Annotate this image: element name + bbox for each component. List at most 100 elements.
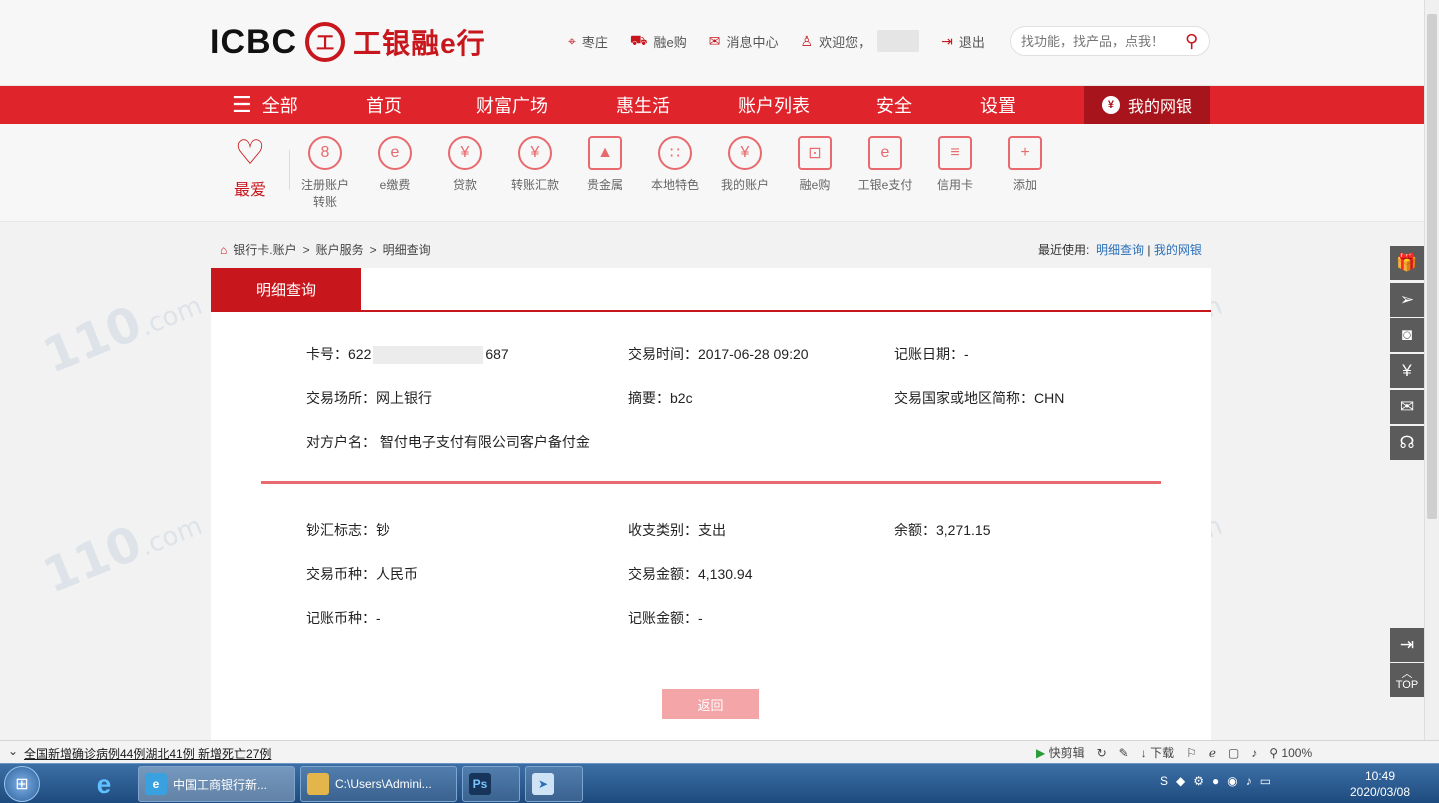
- ie-icon[interactable]: e: [84, 767, 124, 801]
- search-input[interactable]: [1021, 33, 1181, 49]
- icbc-logo[interactable]: ICBC 工 工银融e行: [210, 20, 486, 64]
- shop-link[interactable]: ⛟ 融e购: [630, 32, 687, 51]
- windows-logo-icon: ⊞: [15, 776, 29, 793]
- news-ticker[interactable]: 全国新增确诊病例44例湖北41例 新增死亡27例: [24, 745, 271, 762]
- monitor-icon[interactable]: ▭: [1260, 774, 1271, 788]
- clock-time: 10:49: [1364, 769, 1396, 783]
- browser-status-bar: ⌄ 全国新增确诊病例44例湖北41例 新增死亡27例 ▶ 快剪辑 ↻ ✎ ↓ 下…: [0, 740, 1439, 763]
- crumb-account-service[interactable]: 账户服务: [316, 241, 364, 258]
- ie-icon: e: [145, 773, 167, 795]
- quick-item-local[interactable]: ∷ 本地特色: [640, 136, 710, 193]
- money-bag-icon: ¥: [1101, 96, 1120, 114]
- detail-panel: 明细查询 卡号：622 687 交易时间：2017-06-28 09:20 记账日…: [211, 268, 1211, 740]
- nav-settings[interactable]: 设置: [980, 92, 1060, 118]
- back-to-top-button[interactable]: ︿ TOP: [1390, 663, 1424, 697]
- refresh-icon[interactable]: ↻: [1097, 746, 1107, 760]
- header-links: ⌖ 枣庄 ⛟ 融e购 ✉ 消息中心 ♙ 欢迎您， ⇥ 退出: [568, 30, 985, 52]
- location-link[interactable]: ⌖ 枣庄: [568, 32, 608, 51]
- sound-icon[interactable]: ♪: [1251, 746, 1257, 760]
- user-welcome[interactable]: ♙ 欢迎您，: [801, 30, 920, 52]
- quick-item-shop[interactable]: ⊡ 融e购: [780, 136, 850, 193]
- mail-icon: ✉: [708, 32, 721, 49]
- status-tools: ▶ 快剪辑 ↻ ✎ ↓ 下载 ⚐ ℯ ▢ ♪ ⚲ 100%: [1036, 744, 1312, 761]
- nav-security[interactable]: 安全: [876, 92, 980, 118]
- site-header: ICBC 工 工银融e行 ⌖ 枣庄 ⛟ 融e购 ✉ 消息中心 ♙ 欢迎您， ⇥ 退出 ⚲: [0, 0, 1424, 86]
- nav-accounts[interactable]: 账户列表: [738, 92, 876, 118]
- taskbar-photoshop[interactable]: Ps: [462, 766, 520, 802]
- clock-date: 2020/03/08: [1349, 785, 1411, 799]
- nav-all-label: 全部: [261, 96, 298, 116]
- volume-icon[interactable]: ♪: [1246, 774, 1252, 788]
- quick-menu: ♡ 最爱 8 注册账户转账 e e缴费 ¥ 贷款 ¥ 转账汇款 ▲ 贵金属 ∷ 本地特色 ¥…: [0, 124, 1424, 222]
- search-icon[interactable]: ⚲: [1185, 31, 1198, 52]
- main-nav: ☰ 全部 首页 财富广场 惠生活 账户列表 安全 设置 ¥ 我的网银: [0, 86, 1424, 124]
- tab-detail-query[interactable]: 明细查询: [211, 268, 361, 310]
- taskbar-app[interactable]: ➤: [525, 766, 583, 802]
- home-icon[interactable]: ⌂: [220, 243, 227, 257]
- quick-item-epay[interactable]: e e缴费: [360, 136, 430, 193]
- search-box: ⚲: [1010, 26, 1210, 56]
- antivirus-icon[interactable]: ◉: [1227, 774, 1237, 788]
- taskbar-window-explorer[interactable]: C:\Users\Admini...: [300, 766, 457, 802]
- crumb-card-account[interactable]: 银行卡.账户: [233, 241, 296, 258]
- my-bank-button[interactable]: ¥ 我的网银: [1084, 86, 1210, 124]
- scroll-thumb[interactable]: [1427, 14, 1437, 519]
- nav-wealth[interactable]: 财富广场: [476, 92, 616, 118]
- top-label: TOP: [1395, 679, 1419, 691]
- window-icon[interactable]: ▢: [1228, 746, 1239, 760]
- collapse-icon[interactable]: ⇥: [1390, 628, 1424, 662]
- play-icon: ▶: [1036, 746, 1046, 760]
- taskbar-clock[interactable]: 10:49 2020/03/08: [1340, 768, 1420, 800]
- mail-icon[interactable]: ✉: [1390, 390, 1424, 424]
- back-button[interactable]: 返回: [662, 689, 759, 719]
- recent-link-mybank[interactable]: 我的网银: [1154, 243, 1202, 257]
- folder-icon: [307, 773, 329, 795]
- logout-label: 退出: [958, 34, 985, 50]
- chevron-down-icon[interactable]: ⌄: [8, 744, 18, 758]
- zoom-control[interactable]: ⚲ 100%: [1269, 746, 1312, 760]
- quick-fav[interactable]: ♡ 最爱: [215, 134, 285, 200]
- network-icon[interactable]: ⚙: [1193, 774, 1204, 788]
- flag-icon[interactable]: ⚐: [1186, 746, 1197, 760]
- headset-icon[interactable]: ☊: [1390, 426, 1424, 460]
- camera-icon[interactable]: ◙: [1390, 318, 1424, 352]
- shield-icon[interactable]: ◆: [1176, 774, 1185, 788]
- recent-link-detail[interactable]: 明细查询: [1096, 243, 1144, 257]
- start-button[interactable]: ⊞: [4, 766, 40, 802]
- pin-icon[interactable]: ✎: [1119, 746, 1129, 760]
- vertical-scrollbar[interactable]: [1424, 0, 1439, 740]
- post-amount: 记账金额：-: [628, 610, 703, 626]
- nav-home[interactable]: 首页: [366, 92, 476, 118]
- quick-item-my-account[interactable]: ¥ 我的账户: [710, 136, 780, 193]
- input-method-icon[interactable]: S: [1160, 774, 1168, 788]
- quick-item-register-transfer[interactable]: 8 注册账户转账: [290, 136, 360, 210]
- trade-time: 交易时间：2017-06-28 09:20: [628, 346, 809, 362]
- calendar-yuan-icon[interactable]: ¥: [1390, 354, 1424, 388]
- quick-item-add[interactable]: + 添加: [990, 136, 1060, 193]
- direction: 收支类别：支出: [628, 522, 726, 538]
- gift-icon[interactable]: 🎁: [1390, 246, 1424, 280]
- location-pin-icon: ⌖: [568, 32, 576, 49]
- crumb-sep: >: [369, 242, 377, 257]
- taskbar-window-label: 中国工商银行新...: [173, 777, 268, 792]
- section-divider: [261, 481, 1161, 484]
- ie-icon[interactable]: ℯ: [1209, 746, 1216, 760]
- quick-item-loan[interactable]: ¥ 贷款: [430, 136, 500, 193]
- nav-items: ☰ 全部 首页 财富广场 惠生活 账户列表 安全 设置: [232, 86, 1060, 124]
- taskbar-window-label: C:\Users\Admini...: [335, 777, 432, 791]
- bird-icon: ➤: [532, 773, 554, 795]
- clip-button[interactable]: ▶ 快剪辑: [1036, 744, 1085, 761]
- nav-all[interactable]: ☰ 全部: [232, 92, 352, 118]
- taskbar-window-icbc[interactable]: e 中国工商银行新...: [138, 766, 295, 802]
- quick-item-epay-icbc[interactable]: e 工银e支付: [850, 136, 920, 193]
- logout-link[interactable]: ⇥ 退出: [941, 32, 985, 51]
- quick-item-transfer[interactable]: ¥ 转账汇款: [500, 136, 570, 193]
- download-button[interactable]: ↓ 下载: [1141, 744, 1174, 761]
- quick-item-credit-card[interactable]: ≡ 信用卡: [920, 136, 990, 193]
- security-icon[interactable]: ●: [1212, 774, 1219, 788]
- paper-plane-icon[interactable]: ➢: [1390, 283, 1424, 317]
- quick-item-metal[interactable]: ▲ 贵金属: [570, 136, 640, 193]
- messages-link[interactable]: ✉ 消息中心: [709, 32, 779, 51]
- nav-life[interactable]: 惠生活: [616, 92, 738, 118]
- transfer-yuan-icon: ¥: [518, 136, 552, 170]
